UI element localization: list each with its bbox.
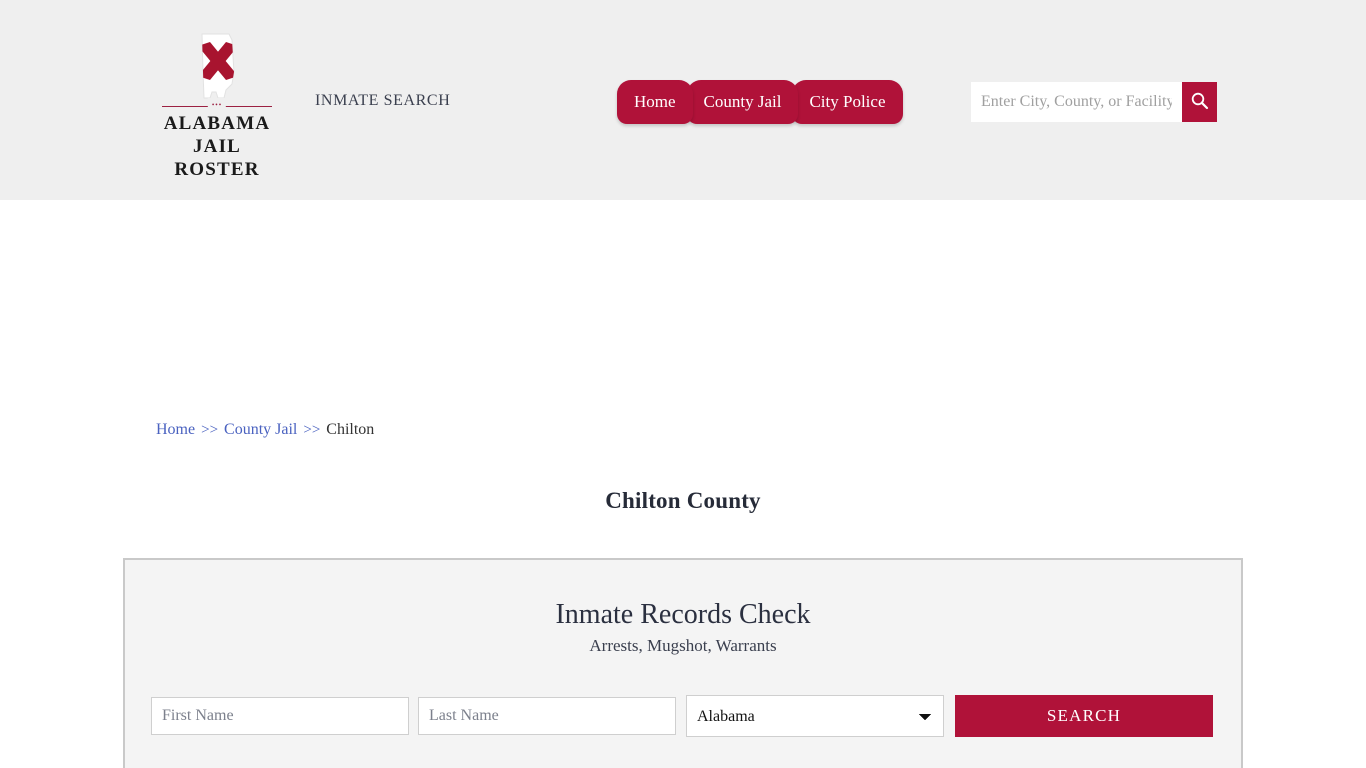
header-search-button[interactable]	[1182, 82, 1217, 122]
inmate-search-form: Alabama SEARCH	[125, 695, 1241, 737]
logo-line-1: ALABAMA	[163, 113, 271, 134]
inmate-records-panel: Inmate Records Check Arrests, Mugshot, W…	[123, 558, 1243, 768]
logo-divider	[162, 106, 272, 107]
site-logo[interactable]: ALABAMA JAIL ROSTER	[152, 32, 282, 181]
last-name-input[interactable]	[418, 697, 676, 735]
breadcrumb-separator-2: >>	[303, 422, 321, 438]
header-search	[971, 82, 1217, 122]
breadcrumb-item-county-jail[interactable]: County Jail	[224, 421, 297, 438]
nav-item-home[interactable]: Home	[617, 80, 693, 124]
logo-text: ALABAMA JAIL ROSTER	[152, 112, 282, 181]
breadcrumb-separator-1: >>	[201, 422, 219, 438]
inmate-search-button[interactable]: SEARCH	[955, 695, 1213, 737]
first-name-input[interactable]	[151, 697, 409, 735]
panel-subtitle: Arrests, Mugshot, Warrants	[589, 636, 777, 655]
state-select[interactable]: Alabama	[686, 695, 944, 737]
panel-title: Inmate Records Check	[555, 599, 811, 630]
header-search-input[interactable]	[971, 82, 1182, 122]
search-icon	[1190, 91, 1209, 113]
nav-item-city-police[interactable]: City Police	[792, 80, 903, 124]
main-navigation: Home County Jail City Police	[617, 80, 903, 124]
breadcrumb-item-home[interactable]: Home	[156, 421, 195, 438]
logo-line-2: JAIL ROSTER	[174, 136, 260, 180]
page-title: Chilton County	[605, 488, 761, 514]
site-tagline: INMATE SEARCH	[315, 92, 451, 109]
nav-item-county-jail[interactable]: County Jail	[686, 80, 799, 124]
site-header: ALABAMA JAIL ROSTER INMATE SEARCH Home C…	[0, 0, 1366, 200]
breadcrumb: Home >> County Jail >> Chilton	[156, 421, 374, 439]
alabama-state-flag-icon	[182, 32, 252, 104]
breadcrumb-item-current: Chilton	[326, 421, 375, 438]
